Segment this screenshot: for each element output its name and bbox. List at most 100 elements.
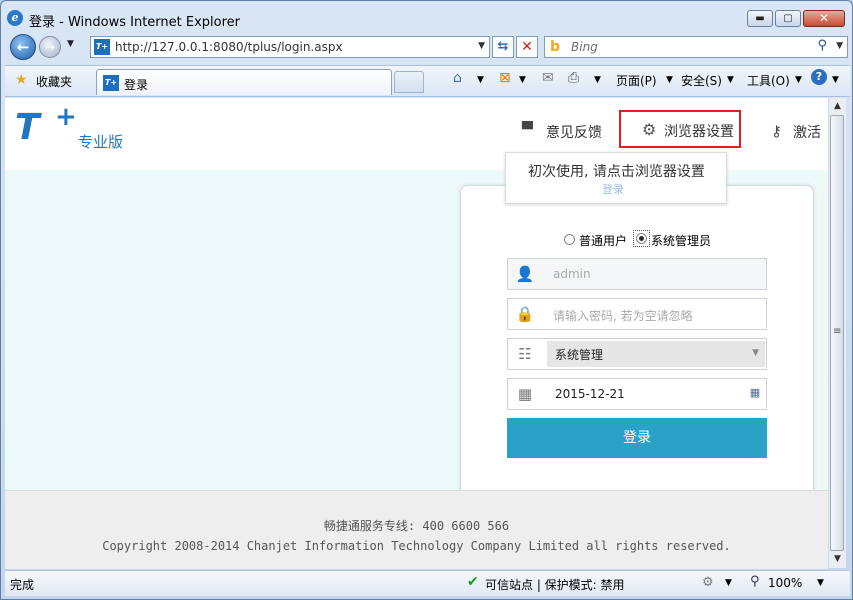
radio-normal-user-label[interactable]: 普通用户 <box>579 232 627 249</box>
forward-button[interactable]: → <box>39 36 61 58</box>
favorites-button[interactable]: 收藏夹 <box>36 73 72 90</box>
radio-admin[interactable] <box>636 233 647 244</box>
help-icon[interactable]: ? <box>811 69 827 85</box>
browser-settings-label: 浏览器设置 <box>664 124 734 140</box>
feedback-icon[interactable]: ▀ <box>522 122 533 138</box>
rss-icon[interactable]: ⊠ <box>499 70 511 86</box>
tab-site-icon: T+ <box>103 75 119 91</box>
address-bar[interactable]: T+ http://127.0.0.1:8080/tplus/login.asp… <box>90 36 490 58</box>
browser-settings-tooltip: 初次使用, 请点击浏览器设置 登录 <box>505 152 727 204</box>
feedback-link[interactable]: 意见反馈 <box>546 122 602 142</box>
stop-button[interactable]: ✕ <box>516 36 538 58</box>
search-box[interactable]: b Bing ⚲ ▼ <box>544 36 848 58</box>
radio-normal-user[interactable] <box>564 234 575 245</box>
login-button[interactable]: 登录 <box>507 418 767 458</box>
close-icon: ✕ <box>818 11 830 25</box>
search-dropdown-icon[interactable]: ▼ <box>836 41 843 51</box>
tools-menu-arrow-icon: ▼ <box>795 75 802 85</box>
maximize-icon: ▢ <box>783 13 793 24</box>
favorites-bar: ★ 收藏夹 T+ 登录 ⌂ ▼ ⊠ ▼ ✉ ⎙ ▼ 页面(P) ▼ 安全(S) … <box>5 65 850 97</box>
calendar-icon[interactable]: ▦ <box>748 386 762 400</box>
logo-plus: + <box>55 102 77 132</box>
forward-icon: → <box>44 40 56 54</box>
zoom-level[interactable]: 100% <box>768 576 802 590</box>
maximize-button[interactable]: ▢ <box>775 10 801 27</box>
scroll-up-icon[interactable]: ▲ <box>829 98 846 115</box>
protected-mode-dropdown-icon[interactable]: ▼ <box>725 578 732 588</box>
back-icon: ← <box>16 38 30 56</box>
new-tab-button[interactable] <box>394 71 424 93</box>
username-field[interactable]: 👤 admin <box>507 258 767 290</box>
password-field[interactable]: 🔒 请输入密码, 若为空请忽略 <box>507 298 767 330</box>
window-title: 登录 - Windows Internet Explorer <box>29 15 240 30</box>
vertical-scrollbar[interactable]: ▲ ≡ ▼ <box>828 98 846 568</box>
radio-admin-label[interactable]: 系统管理员 <box>651 232 711 249</box>
copyright: Copyright 2008-2014 Chanjet Information … <box>102 539 731 553</box>
print-dropdown-icon[interactable]: ▼ <box>594 75 601 85</box>
activate-link[interactable]: 激活 <box>793 122 821 142</box>
service-hotline: 畅捷通服务专线: 400 6600 566 <box>323 519 510 533</box>
radio-admin-focus[interactable] <box>633 230 650 247</box>
home-icon[interactable]: ⌂ <box>453 70 462 86</box>
tab-label: 登录 <box>124 78 149 92</box>
page-menu[interactable]: 页面(P) <box>616 72 657 89</box>
account-select-value: 系统管理 <box>555 348 604 362</box>
tools-menu[interactable]: 工具(O) <box>747 72 790 89</box>
scroll-down-icon[interactable]: ▼ <box>829 551 846 568</box>
tooltip-text: 初次使用, 请点击浏览器设置 <box>528 164 705 180</box>
scroll-thumb[interactable]: ≡ <box>830 115 844 551</box>
close-button[interactable]: ✕ <box>803 10 845 27</box>
ie-icon: e <box>7 10 23 26</box>
tooltip-faded-text: 登录 <box>602 183 624 196</box>
print-icon[interactable]: ⎙ <box>568 70 579 86</box>
mail-icon[interactable]: ✉ <box>542 70 554 86</box>
refresh-icon: ⇆ <box>497 39 509 54</box>
date-field[interactable]: ▦ 2015-12-21 ▦ <box>507 378 767 410</box>
status-text: 完成 <box>10 578 35 592</box>
recent-pages-dropdown[interactable]: ▼ <box>67 39 74 49</box>
search-input[interactable]: Bing <box>571 40 598 54</box>
status-bar: 完成 ✔ 可信站点 | 保护模式: 禁用 ⚙ ▼ ⚲ 100% ▼ <box>5 570 850 596</box>
date-value[interactable]: 2015-12-21 <box>555 387 625 401</box>
minimize-icon: ▬ <box>755 13 765 24</box>
account-select-field[interactable]: ☷ 系统管理 ▼ <box>507 338 767 370</box>
search-icon[interactable]: ⚲ <box>817 38 827 53</box>
refresh-button[interactable]: ⇆ <box>492 36 514 58</box>
zoom-dropdown-icon[interactable]: ▼ <box>817 578 824 588</box>
radio-selected-dot <box>639 236 644 241</box>
account-select[interactable]: 系统管理 ▼ <box>547 341 765 367</box>
address-dropdown-icon[interactable]: ▼ <box>478 41 485 51</box>
zoom-icon[interactable]: ⚲ <box>750 574 760 589</box>
password-placeholder: 请输入密码, 若为空请忽略 <box>553 309 693 323</box>
safety-menu-arrow-icon: ▼ <box>727 75 734 85</box>
security-zone[interactable]: 可信站点 | 保护模式: 禁用 <box>485 576 625 593</box>
back-button[interactable]: ← <box>10 34 36 60</box>
page-content: T + 专业版 ▀ 意见反馈 ⚙ 浏览器设置 ⚷ 激活 普通用户 系统管理员 👤… <box>5 98 828 569</box>
home-dropdown-icon[interactable]: ▼ <box>477 75 484 85</box>
safety-menu[interactable]: 安全(S) <box>681 72 722 89</box>
address-url[interactable]: http://127.0.0.1:8080/tplus/login.aspx <box>115 40 343 54</box>
bing-icon: b <box>550 39 561 55</box>
help-dropdown-icon[interactable]: ▼ <box>832 75 839 85</box>
logo: T <box>15 107 40 148</box>
title-bar: e 登录 - Windows Internet Explorer ▬ ▢ ✕ <box>7 7 847 30</box>
page-menu-arrow-icon: ▼ <box>666 75 673 85</box>
favorites-star-icon[interactable]: ★ <box>15 72 28 88</box>
user-icon: 👤 <box>515 265 535 283</box>
scroll-grip-icon: ≡ <box>833 326 842 337</box>
key-icon[interactable]: ⚷ <box>771 122 782 140</box>
protected-mode-icon[interactable]: ⚙ <box>702 575 714 590</box>
check-icon: ✔ <box>467 574 479 590</box>
browser-settings-link[interactable]: ⚙ 浏览器设置 <box>619 110 741 148</box>
stop-icon: ✕ <box>521 39 533 55</box>
tab-login[interactable]: T+ 登录 <box>96 69 392 95</box>
gear-icon: ⚙ <box>642 120 657 139</box>
list-icon: ☷ <box>518 345 532 363</box>
login-card: 普通用户 系统管理员 👤 admin 🔒 请输入密码, 若为空请忽略 ☷ 系统管… <box>460 185 814 496</box>
site-icon: T+ <box>94 39 110 55</box>
minimize-button[interactable]: ▬ <box>747 10 773 27</box>
rss-dropdown-icon[interactable]: ▼ <box>519 75 526 85</box>
username-placeholder: admin <box>553 267 591 281</box>
chevron-down-icon[interactable]: ▼ <box>752 348 759 358</box>
browser-window: e 登录 - Windows Internet Explorer ▬ ▢ ✕ ←… <box>0 0 853 600</box>
